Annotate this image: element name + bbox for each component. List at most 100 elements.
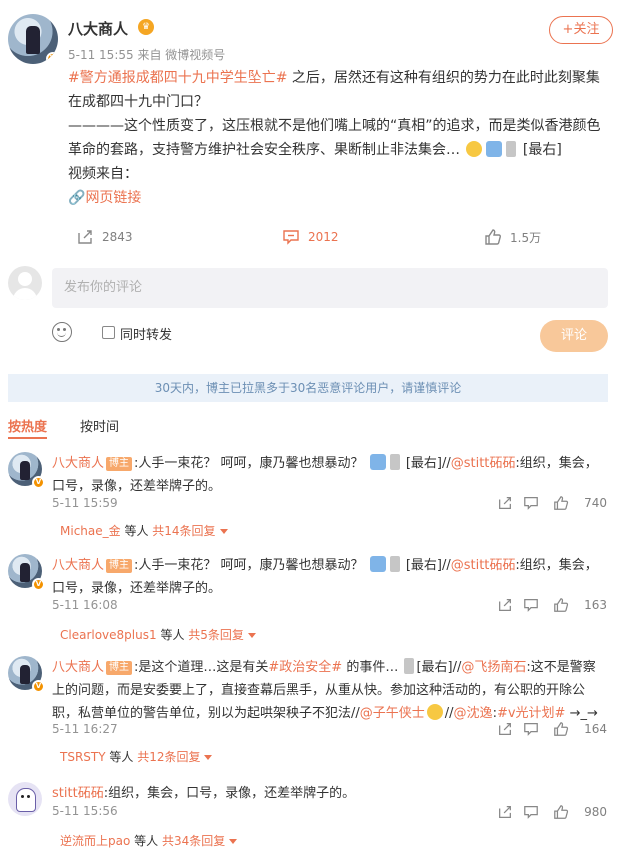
comment-actions: 164	[497, 721, 607, 739]
thumbs-up-icon[interactable]	[553, 495, 569, 511]
comment-icon[interactable]	[523, 597, 539, 613]
comment-text: 八大商人 博主:人手一束花？ 呵呵，康乃馨也想暴动？ [最右]//@stitt砳砳…	[52, 554, 607, 600]
follow-button[interactable]: +关注	[549, 16, 613, 44]
submit-comment-button[interactable]: 评论	[540, 320, 608, 352]
comment-part: :是这个道理…这是有关	[134, 660, 269, 675]
chevron-down-icon	[229, 839, 238, 844]
reply-count[interactable]: 共5条回复	[188, 628, 244, 642]
verified-icon: V	[32, 578, 45, 591]
comment-icon[interactable]	[523, 721, 539, 737]
post-hashtag[interactable]: #警方通报成都四十九中学生坠亡#	[68, 70, 287, 86]
author-badge: 博主	[106, 661, 133, 675]
reply-user[interactable]: Michae_金	[60, 524, 121, 538]
comment-part: :人手一束花？ 呵呵，康乃馨也想暴动？	[134, 456, 364, 471]
repost-count: 2843	[102, 230, 133, 244]
comment-part: 的事件…	[342, 660, 399, 675]
reply-user[interactable]: Clearlove8plus1	[60, 628, 157, 642]
comment-part: [最右]//	[405, 456, 451, 471]
like-button[interactable]: 1.5万	[484, 228, 541, 246]
comment-item: V 八大商人 博主:人手一束花？ 呵呵，康乃馨也想暴动？ [最右]//@stitt…	[8, 554, 613, 644]
reply-mid: 等人	[105, 750, 138, 764]
reply-count[interactable]: 共14条回复	[152, 524, 215, 538]
reply-count[interactable]: 共34条回复	[162, 834, 225, 848]
repost-checkbox[interactable]	[102, 326, 115, 339]
verified-icon: V	[32, 476, 45, 489]
repost-icon[interactable]	[497, 721, 513, 737]
comment-text: 八大商人 博主:人手一束花？ 呵呵，康乃馨也想暴动？ [最右]//@stitt砳砳…	[52, 452, 607, 498]
reply-summary[interactable]: Clearlove8plus1 等人 共5条回复	[60, 626, 256, 643]
comment-time: 5-11 16:27	[52, 722, 118, 736]
comment-like-count: 164	[584, 722, 607, 736]
post-meta: 5-11 15:55 来自 微博视频号	[68, 48, 226, 62]
chevron-down-icon	[219, 529, 228, 534]
comment-time: 5-11 15:56	[52, 804, 118, 818]
reply-user[interactable]: TSRSTY	[60, 750, 106, 764]
mention-link[interactable]: @沈逸	[454, 706, 493, 721]
commenter-name[interactable]: 八大商人	[52, 660, 104, 675]
commenter-name[interactable]: stitt砳砳	[52, 786, 104, 801]
repost-icon[interactable]	[497, 495, 513, 511]
tab-sort-hot[interactable]: 按热度	[8, 416, 48, 439]
repost-icon[interactable]	[497, 597, 513, 613]
reply-mid: 等人	[130, 834, 162, 848]
post-text-tail: [最右]	[522, 142, 562, 158]
link-icon: 🔗	[68, 190, 86, 206]
reply-user[interactable]: 逆流而上pao	[60, 834, 130, 848]
comment-icon[interactable]	[523, 804, 539, 820]
reply-summary[interactable]: 逆流而上pao 等人 共34条回复	[60, 832, 238, 849]
repost-icon[interactable]	[497, 804, 513, 820]
mention-link[interactable]: @子午侠士	[360, 706, 425, 721]
comment-part: :人手一束花？ 呵呵，康乃馨也想暴动？	[134, 558, 364, 573]
mention-link[interactable]: @stitt砳砳	[451, 558, 516, 573]
repost-icon	[78, 230, 92, 244]
post-action-bar: 2843 2012 1.5万	[0, 218, 621, 258]
commenter-avatar[interactable]: V	[8, 452, 45, 489]
comment-actions: 740	[497, 495, 607, 513]
author-avatar[interactable]: V	[8, 14, 58, 64]
emoji-icon	[389, 556, 400, 572]
author-badge: 博主	[106, 559, 133, 573]
comment-time: 5-11 16:08	[52, 598, 118, 612]
comment-part: →_→	[565, 706, 598, 721]
emoji-icon	[369, 556, 386, 572]
repost-button[interactable]: 2843	[76, 228, 133, 246]
reply-count[interactable]: 共12条回复	[137, 750, 200, 764]
commenter-avatar[interactable]	[8, 782, 42, 816]
web-link[interactable]: 🔗网页链接	[68, 187, 141, 207]
chevron-down-icon	[204, 755, 213, 760]
comment-input[interactable]: 发布你的评论	[52, 268, 608, 308]
emoji-picker-icon[interactable]	[52, 322, 72, 342]
hashtag-link[interactable]: #v光计划#	[497, 706, 565, 721]
commenter-name[interactable]: 八大商人	[52, 558, 104, 573]
comment-item: V 八大商人 博主:是这个道理…这是有关#政治安全# 的事件… [最右]//@飞扬…	[8, 656, 613, 768]
comment-button[interactable]: 2012	[282, 228, 339, 246]
comment-item: V 八大商人 博主:人手一束花？ 呵呵，康乃馨也想暴动？ [最右]//@stitt…	[8, 452, 613, 542]
reply-mid: 等人	[156, 628, 189, 642]
thumbs-up-icon[interactable]	[553, 597, 569, 613]
my-avatar	[8, 266, 42, 300]
reply-mid: 等人	[120, 524, 153, 538]
thumbs-up-icon[interactable]	[553, 721, 569, 737]
comment-like-count: 980	[584, 805, 607, 819]
comment-time: 5-11 15:59	[52, 496, 118, 510]
composer-tools: 同时转发 评论	[52, 320, 608, 352]
reply-summary[interactable]: Michae_金 等人 共14条回复	[60, 522, 228, 539]
hashtag-link[interactable]: #政治安全#	[268, 660, 342, 675]
comment-icon[interactable]	[523, 495, 539, 511]
mention-link[interactable]: @飞扬南石	[461, 660, 526, 675]
mention-link[interactable]: @stitt砳砳	[451, 456, 516, 471]
tab-sort-time[interactable]: 按时间	[80, 416, 119, 435]
repost-checkbox-label[interactable]: 同时转发	[120, 324, 172, 343]
comment-text: stitt砳砳:组织，集会，口号，录像，还差举牌子的。	[52, 782, 607, 805]
commenter-avatar[interactable]: V	[8, 554, 45, 591]
commenter-name[interactable]: 八大商人	[52, 456, 104, 471]
comment-count: 2012	[308, 230, 339, 244]
emoji-icon	[369, 454, 386, 470]
sort-tabs: 按热度 按时间	[8, 416, 613, 440]
reply-summary[interactable]: TSRSTY 等人 共12条回复	[60, 748, 213, 765]
chevron-down-icon	[247, 633, 256, 638]
commenter-avatar[interactable]: V	[8, 656, 45, 693]
thumbs-up-icon[interactable]	[553, 804, 569, 820]
author-name[interactable]: 八大商人	[68, 18, 128, 39]
emoji-icon	[389, 454, 400, 470]
